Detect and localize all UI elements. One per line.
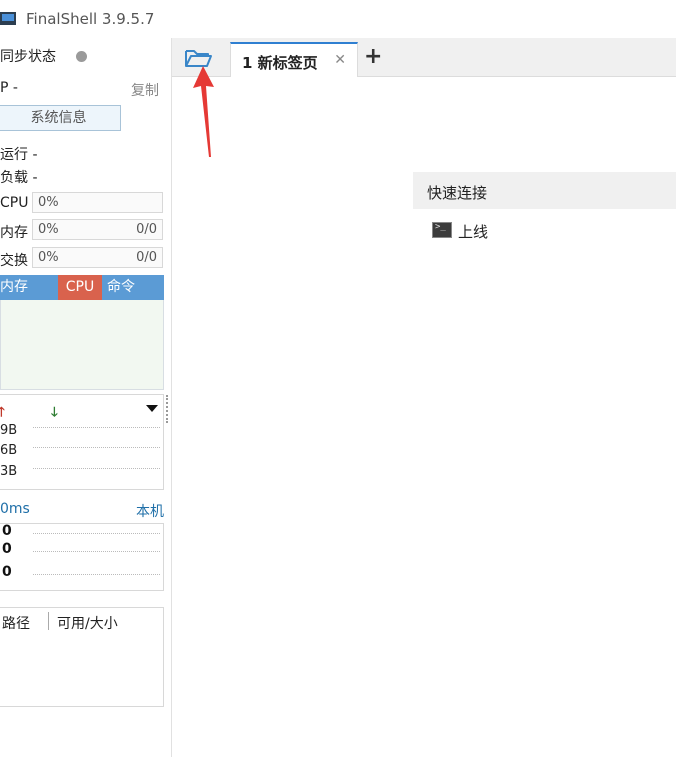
annotation-arrow-icon	[193, 66, 214, 157]
memory-usage-bar: 0% 0/0	[32, 219, 163, 240]
swap-usage-value: 0%	[38, 250, 59, 265]
ip-label: P -	[0, 80, 18, 96]
download-arrow-icon: 🡓	[51, 405, 58, 420]
finalshell-logo-icon	[0, 12, 16, 25]
close-icon[interactable]: ✕	[334, 52, 346, 68]
swap-usage-bar: 0% 0/0	[32, 247, 163, 268]
gridline	[33, 468, 160, 469]
network-scale-label: 3B	[0, 464, 18, 479]
sync-status-label: 同步状态	[0, 49, 56, 65]
process-list[interactable]	[0, 300, 164, 390]
cpu-label: CPU	[0, 195, 29, 211]
network-scale-label: 6B	[0, 443, 18, 458]
memory-label: 内存	[0, 225, 28, 241]
network-scale-label: 9B	[0, 423, 18, 438]
load-label: 负载 -	[0, 170, 38, 186]
swap-usage-count: 0/0	[136, 250, 157, 265]
column-header-available-size[interactable]: 可用/大小	[57, 613, 118, 633]
quick-connect-header: 快速连接	[413, 172, 676, 209]
upload-arrow-icon: 🡑	[0, 405, 5, 420]
network-interface-dropdown-icon[interactable]	[146, 405, 158, 412]
tab-command[interactable]: 命令	[102, 275, 164, 300]
main-content: 快速连接 >_ 上线	[172, 78, 676, 757]
ping-scale-label: 0	[2, 564, 12, 580]
process-sort-tabs: 内存 CPU 命令	[0, 275, 164, 300]
tab-cpu[interactable]: CPU	[58, 275, 102, 300]
system-info-button[interactable]: 系统信息	[0, 105, 121, 131]
gridline	[33, 574, 160, 575]
gridline	[33, 447, 160, 448]
ping-chart: 0 0 0	[0, 523, 164, 591]
swap-label: 交换	[0, 253, 28, 269]
ping-host-link[interactable]: 本机	[136, 501, 164, 521]
ping-latency: 0ms	[0, 501, 30, 517]
column-header-path[interactable]: 路径	[2, 613, 30, 633]
quick-connect-item-label: 上线	[458, 223, 489, 241]
cpu-usage-bar: 0%	[32, 192, 163, 213]
ping-scale-label: 0	[2, 541, 12, 557]
filesystem-table: 路径 可用/大小	[0, 607, 164, 707]
cpu-usage-value: 0%	[38, 195, 59, 210]
memory-usage-value: 0%	[38, 222, 59, 237]
server-status-panel: 同步状态 P - 复制 系统信息 运行 - 负载 - CPU 0% 内存 0% …	[0, 38, 172, 757]
ping-header: 0ms 本机	[0, 501, 164, 521]
memory-usage-count: 0/0	[136, 222, 157, 237]
ping-scale-label: 0	[2, 523, 12, 539]
network-chart: 🡑 🡓 9B 6B 3B	[0, 394, 164, 490]
add-tab-button[interactable]: +	[364, 44, 382, 69]
tab-memory[interactable]: 内存	[0, 275, 58, 300]
gridline	[33, 533, 160, 534]
panel-resize-handle[interactable]	[166, 395, 169, 423]
column-divider	[48, 612, 49, 630]
gridline	[33, 551, 160, 552]
uptime-label: 运行 -	[0, 147, 38, 163]
title-bar: FinalShell 3.9.5.7	[0, 0, 676, 38]
copy-ip-button[interactable]: 复制	[131, 80, 159, 100]
session-tab-bar: 1 新标签页 ✕ +	[172, 38, 676, 77]
gridline	[33, 427, 160, 428]
tab-new-tab[interactable]: 1 新标签页 ✕	[230, 42, 358, 77]
quick-connect-title: 快速连接	[427, 184, 488, 202]
terminal-icon: >_	[432, 222, 452, 238]
tab-label: 1 新标签页	[242, 54, 318, 72]
sync-status-indicator	[76, 51, 87, 62]
window-title: FinalShell 3.9.5.7	[26, 10, 155, 28]
